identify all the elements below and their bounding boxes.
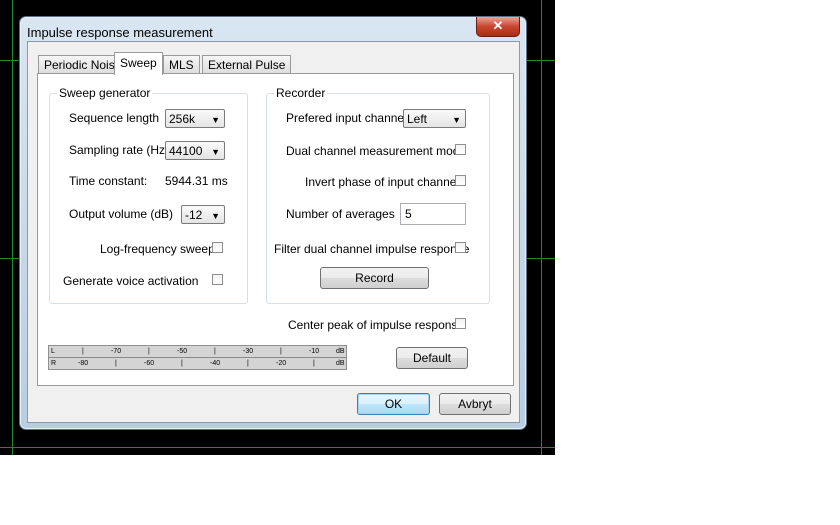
meter-right-tick: -60 <box>144 360 155 367</box>
window-title: Impulse response measurement <box>27 25 213 40</box>
averages-label: Number of averages <box>286 207 395 221</box>
tab-mls[interactable]: MLS <box>163 55 200 74</box>
meter-left-channel: L <box>51 348 55 355</box>
meter-right-row: R -80 | -60 | -40 | -20 | dB <box>49 358 346 369</box>
filter-dual-label: Filter dual channel impulse response <box>274 242 470 256</box>
log-frequency-label: Log-frequency sweep <box>100 242 215 256</box>
time-constant-value: 5944.31 ms <box>165 174 228 188</box>
sweep-generator-title: Sweep generator <box>57 86 153 100</box>
tab-sweep[interactable]: Sweep <box>114 52 163 75</box>
meter-tick-mark: | <box>181 360 183 367</box>
sequence-length-value: 256k <box>169 112 196 126</box>
meter-left-tick: -50 <box>177 348 188 355</box>
ok-button[interactable]: OK <box>357 393 430 415</box>
filter-dual-checkbox[interactable] <box>455 242 466 253</box>
close-button[interactable]: ✕ <box>476 17 520 37</box>
sweep-tab-panel: Sweep generator Sequence length 256k ▼ S… <box>37 73 514 386</box>
voice-activation-checkbox[interactable] <box>212 274 223 285</box>
invert-phase-label: Invert phase of input channel <box>305 175 460 189</box>
meter-left-tick: -10 <box>309 348 320 355</box>
cancel-button[interactable]: Avbryt <box>439 393 511 415</box>
meter-tick-mark: | <box>313 360 315 367</box>
grid-line <box>0 447 555 448</box>
chevron-down-icon: ▼ <box>211 115 220 125</box>
recorder-title: Recorder <box>274 86 328 100</box>
log-frequency-checkbox[interactable] <box>212 242 223 253</box>
sampling-rate-label: Sampling rate (Hz) <box>69 143 170 157</box>
meter-tick-mark: | <box>82 348 84 355</box>
meter-tick-mark: | <box>280 348 282 355</box>
dual-channel-checkbox[interactable] <box>455 144 466 155</box>
default-button[interactable]: Default <box>396 347 468 369</box>
meter-left-tick: -70 <box>111 348 122 355</box>
center-peak-label: Center peak of impulse response <box>288 318 465 332</box>
time-constant-label: Time constant: <box>69 174 148 188</box>
meter-tick-mark: | <box>115 360 117 367</box>
sequence-length-select[interactable]: 256k ▼ <box>165 109 225 128</box>
grid-line <box>12 0 13 455</box>
meter-left-tick: -30 <box>243 348 254 355</box>
center-peak-checkbox[interactable] <box>455 318 466 329</box>
meter-right-unit: dB <box>336 360 345 367</box>
input-channel-label: Prefered input channel <box>286 111 407 125</box>
record-button[interactable]: Record <box>320 267 429 289</box>
output-volume-label: Output volume (dB) <box>69 207 174 221</box>
sampling-rate-select[interactable]: 44100 ▼ <box>165 141 225 160</box>
output-volume-value: -12 <box>185 208 203 222</box>
voice-activation-label: Generate voice activation <box>63 274 199 288</box>
chevron-down-icon: ▼ <box>211 147 220 157</box>
chevron-down-icon: ▼ <box>452 115 461 125</box>
meter-tick-mark: | <box>214 348 216 355</box>
meter-right-channel: R <box>51 360 57 367</box>
grid-line <box>541 0 542 455</box>
input-channel-value: Left <box>407 112 428 126</box>
chevron-down-icon: ▼ <box>211 211 220 221</box>
meter-right-tick: -80 <box>78 360 89 367</box>
input-channel-select[interactable]: Left ▼ <box>403 109 466 128</box>
sampling-rate-value: 44100 <box>169 144 203 158</box>
meter-tick-mark: | <box>247 360 249 367</box>
dual-channel-label: Dual channel measurement mode <box>286 144 467 158</box>
output-volume-select[interactable]: -12 ▼ <box>181 205 225 224</box>
meter-left-unit: dB <box>336 348 345 355</box>
invert-phase-checkbox[interactable] <box>455 175 466 186</box>
averages-input[interactable] <box>400 203 466 225</box>
meter-right-tick: -20 <box>276 360 287 367</box>
tab-external-pulse[interactable]: External Pulse <box>202 55 292 74</box>
sequence-length-label: Sequence length <box>69 111 160 125</box>
meter-right-tick: -40 <box>210 360 221 367</box>
meter-tick-mark: | <box>148 348 150 355</box>
level-meter: L | -70 | -50 | -30 | -10 dB R -80 | -60… <box>48 345 347 370</box>
meter-left-row: L | -70 | -50 | -30 | -10 dB <box>49 346 346 358</box>
